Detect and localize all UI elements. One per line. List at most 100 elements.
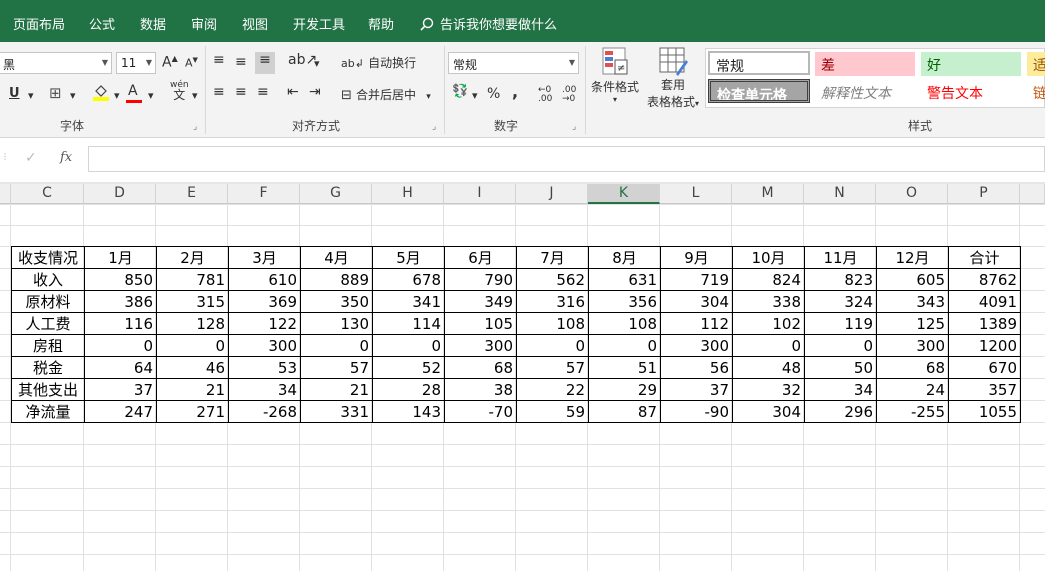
font-color-button[interactable]: A bbox=[126, 83, 142, 103]
table-header-cell[interactable]: 10月 bbox=[732, 246, 805, 269]
table-cell[interactable]: 369 bbox=[228, 290, 301, 313]
table-cell[interactable]: 300 bbox=[228, 334, 301, 357]
tab-review[interactable]: 审阅 bbox=[191, 14, 217, 33]
table-cell[interactable]: 349 bbox=[444, 290, 517, 313]
table-cell[interactable]: 57 bbox=[516, 356, 589, 379]
fill-color-button[interactable] bbox=[92, 83, 110, 105]
table-cell[interactable]: -255 bbox=[876, 400, 949, 423]
row-label-cell[interactable]: 税金 bbox=[11, 356, 85, 379]
chevron-down-icon[interactable]: ▾ bbox=[28, 89, 34, 102]
table-cell[interactable]: 850 bbox=[84, 268, 157, 291]
table-cell[interactable]: 130 bbox=[300, 312, 373, 335]
shrink-font-button[interactable]: A▼ bbox=[185, 56, 198, 70]
decrease-indent-icon[interactable]: ⇤ bbox=[287, 84, 299, 100]
table-cell[interactable]: 562 bbox=[516, 268, 589, 291]
table-cell[interactable]: 271 bbox=[156, 400, 229, 423]
tab-help[interactable]: 帮助 bbox=[368, 14, 394, 33]
merge-center-button[interactable]: ⊟ 合并后居中 ▾ bbox=[341, 86, 431, 103]
row-label-cell[interactable]: 净流量 bbox=[11, 400, 85, 423]
table-cell[interactable]: -70 bbox=[444, 400, 517, 423]
dialog-launcher-icon[interactable]: ⌟ bbox=[432, 122, 436, 132]
table-cell[interactable]: 357 bbox=[948, 378, 1021, 401]
table-cell[interactable]: 24 bbox=[876, 378, 949, 401]
table-cell[interactable]: 122 bbox=[228, 312, 301, 335]
increase-indent-icon[interactable]: ⇥ bbox=[309, 84, 321, 100]
table-cell[interactable]: 304 bbox=[660, 290, 733, 313]
font-size-combo[interactable]: 11 ▼ bbox=[116, 52, 156, 74]
table-cell[interactable]: 59 bbox=[516, 400, 589, 423]
row-label-cell[interactable]: 其他支出 bbox=[11, 378, 85, 401]
table-cell[interactable]: 87 bbox=[588, 400, 661, 423]
align-center-icon[interactable]: ≡ bbox=[235, 84, 247, 100]
table-cell[interactable]: 610 bbox=[228, 268, 301, 291]
table-cell[interactable]: 781 bbox=[156, 268, 229, 291]
cancel-icon[interactable]: ✓ bbox=[25, 150, 37, 166]
column-header-d[interactable]: D bbox=[84, 184, 156, 204]
column-header-c[interactable]: C bbox=[11, 184, 84, 204]
font-name-combo[interactable]: 黑 ▼ bbox=[0, 52, 112, 74]
conditional-format-button[interactable]: ≠ 条件格式 ▾ bbox=[590, 46, 640, 104]
column-header-f[interactable]: F bbox=[228, 184, 300, 204]
table-cell[interactable]: 316 bbox=[516, 290, 589, 313]
format-as-table-button[interactable]: 套用 表格格式▾ bbox=[643, 46, 703, 110]
table-cell[interactable]: 300 bbox=[444, 334, 517, 357]
table-cell[interactable]: 116 bbox=[84, 312, 157, 335]
table-cell[interactable]: 0 bbox=[300, 334, 373, 357]
style-check-cell[interactable]: 检查单元格 bbox=[708, 79, 810, 103]
table-cell[interactable]: 719 bbox=[660, 268, 733, 291]
align-middle-icon[interactable]: ≡ bbox=[235, 54, 247, 70]
table-cell[interactable]: 1200 bbox=[948, 334, 1021, 357]
chevron-down-icon[interactable]: ▾ bbox=[192, 89, 198, 102]
table-cell[interactable]: 678 bbox=[372, 268, 445, 291]
table-header-cell[interactable]: 合计 bbox=[948, 246, 1021, 269]
table-cell[interactable]: 68 bbox=[876, 356, 949, 379]
table-cell[interactable]: 0 bbox=[804, 334, 877, 357]
table-cell[interactable]: 51 bbox=[588, 356, 661, 379]
tab-developer[interactable]: 开发工具 bbox=[293, 14, 345, 33]
column-header-o[interactable]: O bbox=[876, 184, 948, 204]
style-explanatory[interactable]: 解释性文本 bbox=[815, 80, 915, 104]
table-cell[interactable]: 32 bbox=[732, 378, 805, 401]
table-cell[interactable]: 324 bbox=[804, 290, 877, 313]
table-cell[interactable]: 296 bbox=[804, 400, 877, 423]
chevron-down-icon[interactable]: ▾ bbox=[70, 89, 76, 102]
align-top-icon[interactable]: ≡ bbox=[213, 52, 225, 68]
decrease-decimal-icon[interactable]: .00 →0 bbox=[562, 86, 576, 104]
table-cell[interactable]: 331 bbox=[300, 400, 373, 423]
table-cell[interactable]: 28 bbox=[372, 378, 445, 401]
phonetic-button[interactable]: wén 文 bbox=[170, 80, 189, 102]
style-neutral[interactable]: 适 bbox=[1027, 52, 1045, 76]
table-cell[interactable]: 53 bbox=[228, 356, 301, 379]
row-label-cell[interactable]: 房租 bbox=[11, 334, 85, 357]
table-header-cell[interactable]: 5月 bbox=[372, 246, 445, 269]
table-cell[interactable]: 341 bbox=[372, 290, 445, 313]
formula-input[interactable] bbox=[88, 146, 1045, 172]
wrap-text-button[interactable]: ab↲ 自动换行 bbox=[341, 54, 416, 71]
table-header-cell[interactable]: 7月 bbox=[516, 246, 589, 269]
column-header-h[interactable]: H bbox=[372, 184, 444, 204]
chevron-down-icon[interactable]: ▾ bbox=[114, 89, 120, 102]
table-cell[interactable]: 114 bbox=[372, 312, 445, 335]
align-left-icon[interactable]: ≡ bbox=[213, 84, 225, 100]
tell-me-search[interactable]: 告诉我你想要做什么 bbox=[420, 14, 557, 33]
table-cell[interactable]: 143 bbox=[372, 400, 445, 423]
style-bad[interactable]: 差 bbox=[815, 52, 915, 76]
table-cell[interactable]: 48 bbox=[732, 356, 805, 379]
column-header-i[interactable]: I bbox=[444, 184, 516, 204]
row-label-cell[interactable]: 收入 bbox=[11, 268, 85, 291]
insert-function-icon[interactable]: fx bbox=[60, 150, 72, 165]
table-header-cell[interactable]: 12月 bbox=[876, 246, 949, 269]
table-cell[interactable]: 128 bbox=[156, 312, 229, 335]
table-cell[interactable]: 790 bbox=[444, 268, 517, 291]
table-header-cell[interactable]: 收支情况 bbox=[11, 246, 85, 269]
number-format-combo[interactable]: 常规 ▼ bbox=[448, 52, 579, 74]
column-header-l[interactable]: L bbox=[660, 184, 732, 204]
table-cell[interactable]: 300 bbox=[660, 334, 733, 357]
table-cell[interactable]: 605 bbox=[876, 268, 949, 291]
dialog-launcher-icon[interactable]: ⌟ bbox=[193, 122, 197, 132]
table-cell[interactable]: 0 bbox=[372, 334, 445, 357]
table-cell[interactable]: 300 bbox=[876, 334, 949, 357]
table-header-cell[interactable]: 8月 bbox=[588, 246, 661, 269]
table-cell[interactable]: 1389 bbox=[948, 312, 1021, 335]
table-cell[interactable]: 824 bbox=[732, 268, 805, 291]
